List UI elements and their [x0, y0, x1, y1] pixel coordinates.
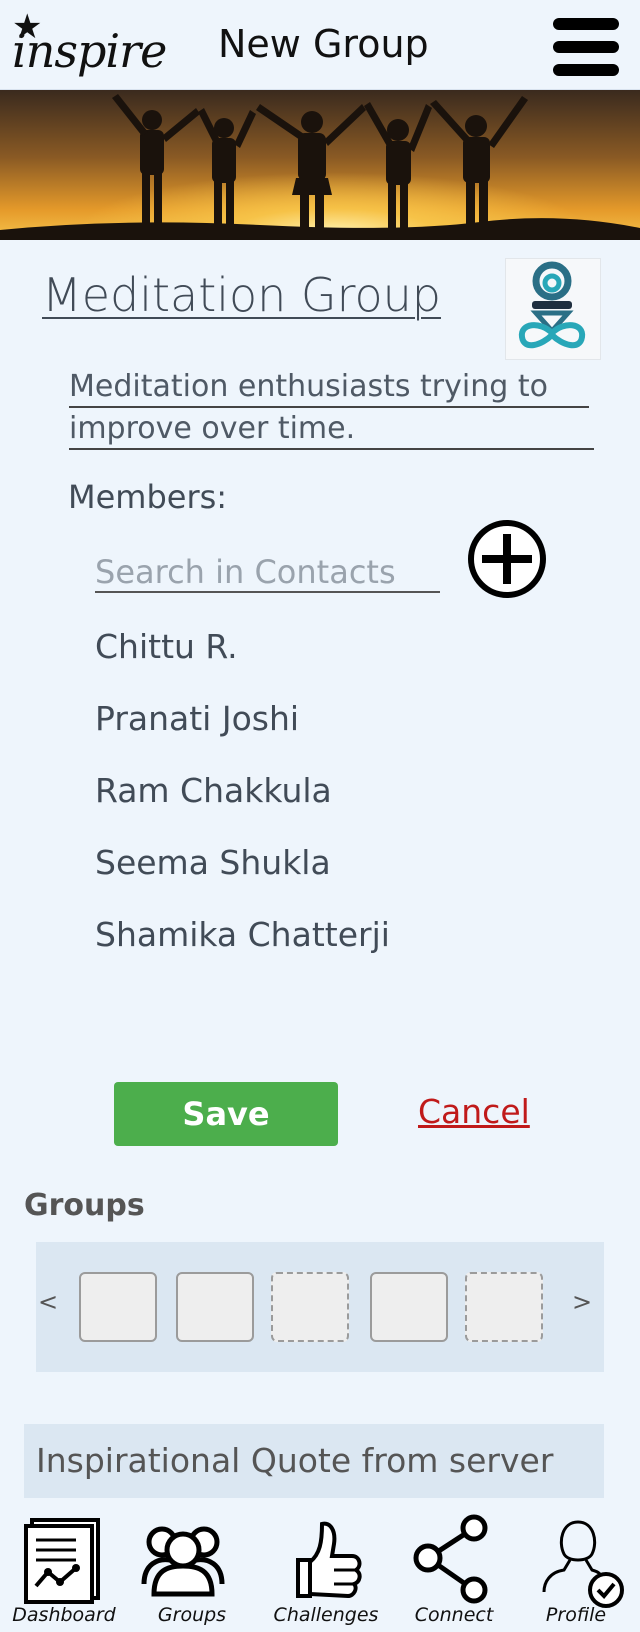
member-list-item[interactable]: Seema Shukla: [95, 843, 331, 882]
group-description[interactable]: Meditation enthusiasts trying to improve…: [69, 366, 594, 450]
cancel-link[interactable]: Cancel: [418, 1092, 530, 1131]
carousel-next-arrow[interactable]: >: [572, 1288, 592, 1316]
top-bar: ★ inspire New Group: [0, 0, 640, 90]
carousel-prev-arrow[interactable]: <: [38, 1288, 58, 1316]
nav-label: Profile: [545, 1604, 607, 1626]
page-title: New Group: [218, 22, 429, 66]
nav-label: Groups: [157, 1604, 227, 1626]
groups-heading: Groups: [24, 1188, 145, 1223]
share-icon: [413, 1514, 488, 1604]
add-member-plus-icon[interactable]: [466, 518, 548, 600]
thumbs-up-icon: [296, 1521, 362, 1599]
dashboard-icon: [24, 1518, 100, 1604]
meditation-icon[interactable]: [505, 258, 601, 360]
nav-challenges[interactable]: Challenges: [262, 1506, 390, 1632]
group-tile[interactable]: [370, 1272, 448, 1342]
underline: [69, 448, 594, 450]
group-name[interactable]: Meditation Group: [42, 268, 441, 322]
nav-profile[interactable]: Profile: [512, 1506, 640, 1632]
member-list-item[interactable]: Chittu R.: [95, 627, 238, 666]
nav-label: Connect: [414, 1604, 494, 1626]
search-contacts-input[interactable]: [95, 553, 440, 593]
app-logo[interactable]: ★ inspire: [8, 10, 168, 80]
member-list-item[interactable]: Pranati Joshi: [95, 699, 299, 738]
members-label: Members:: [68, 478, 228, 516]
group-tile[interactable]: [79, 1272, 157, 1342]
inspirational-quote: Inspirational Quote from server: [24, 1424, 604, 1498]
profile-icon: [542, 1520, 624, 1608]
hamburger-menu-icon[interactable]: [551, 16, 623, 78]
underline: [69, 406, 589, 408]
logo-text: inspire: [12, 24, 167, 78]
nav-groups[interactable]: Groups: [128, 1506, 256, 1632]
nav-label: Challenges: [273, 1604, 379, 1626]
group-tile-placeholder[interactable]: [465, 1272, 543, 1342]
bottom-navigation: Dashboard Groups Challenges Connect Prof…: [0, 1506, 640, 1632]
group-tile-placeholder[interactable]: [271, 1272, 349, 1342]
nav-label: Dashboard: [12, 1604, 116, 1626]
groups-icon: [141, 1526, 225, 1597]
nav-connect[interactable]: Connect: [390, 1506, 518, 1632]
groups-carousel: < >: [36, 1242, 604, 1372]
group-tile[interactable]: [176, 1272, 254, 1342]
member-list-item[interactable]: Shamika Chatterji: [95, 915, 390, 954]
save-button[interactable]: Save: [114, 1082, 338, 1146]
group-banner-image: [0, 90, 640, 240]
member-list-item[interactable]: Ram Chakkula: [95, 771, 332, 810]
nav-dashboard[interactable]: Dashboard: [0, 1506, 128, 1632]
